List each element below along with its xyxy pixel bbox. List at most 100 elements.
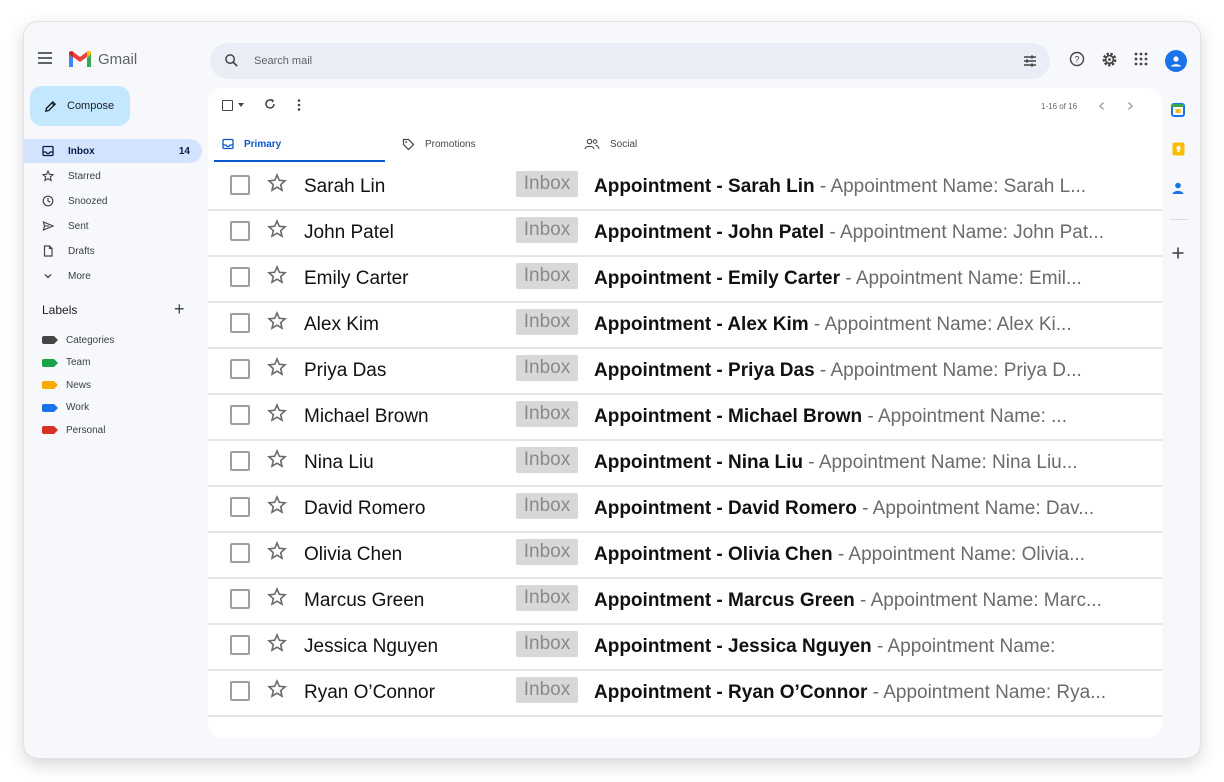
label-item-personal[interactable]: Personal bbox=[42, 419, 114, 442]
email-snippet: - Appointment Name: Sarah L... bbox=[814, 176, 1087, 197]
help-icon[interactable]: ? bbox=[1068, 50, 1086, 68]
star-icon[interactable] bbox=[267, 357, 287, 377]
search-options-icon[interactable] bbox=[1022, 53, 1038, 69]
email-checkbox[interactable] bbox=[230, 497, 250, 517]
email-checkbox[interactable] bbox=[230, 221, 250, 241]
email-row[interactable]: Jessica Nguyen Inbox Appointment - Jessi… bbox=[208, 625, 1162, 671]
email-checkbox[interactable] bbox=[230, 635, 250, 655]
main-menu-button[interactable] bbox=[38, 50, 56, 66]
star-icon[interactable] bbox=[267, 311, 287, 331]
tab-primary[interactable]: Primary bbox=[222, 126, 281, 162]
email-row[interactable]: David Romero Inbox Appointment - David R… bbox=[208, 487, 1162, 533]
email-subject-line: Appointment - Alex Kim - Appointment Nam… bbox=[594, 314, 1154, 336]
star-icon[interactable] bbox=[267, 173, 287, 193]
email-checkbox[interactable] bbox=[230, 313, 250, 333]
gmail-logo[interactable]: Gmail bbox=[68, 50, 137, 68]
email-checkbox[interactable] bbox=[230, 267, 250, 287]
sidebar-item-starred[interactable]: Starred bbox=[24, 164, 202, 188]
email-checkbox[interactable] bbox=[230, 681, 250, 701]
tab-promotions[interactable]: Promotions bbox=[402, 126, 476, 162]
email-subject: Appointment - Sarah Lin bbox=[594, 176, 815, 197]
compose-button[interactable]: Compose bbox=[30, 86, 130, 126]
star-icon[interactable] bbox=[267, 265, 287, 285]
star-icon bbox=[42, 170, 54, 182]
sidebar-item-drafts[interactable]: Drafts bbox=[24, 239, 202, 263]
label-item-categories[interactable]: Categories bbox=[42, 329, 114, 352]
sidebar-item-sent[interactable]: Sent bbox=[24, 214, 202, 238]
star-icon[interactable] bbox=[267, 403, 287, 423]
email-sender: Sarah Lin bbox=[304, 176, 386, 197]
email-row[interactable]: Sarah Lin Inbox Appointment - Sarah Lin … bbox=[208, 165, 1162, 211]
add-addon-button[interactable] bbox=[1166, 241, 1190, 265]
tab-label: Promotions bbox=[425, 138, 476, 150]
top-actions: ? bbox=[1068, 50, 1150, 68]
email-row[interactable]: Alex Kim Inbox Appointment - Alex Kim - … bbox=[208, 303, 1162, 349]
star-icon[interactable] bbox=[267, 587, 287, 607]
email-checkbox[interactable] bbox=[230, 451, 250, 471]
email-subject: Appointment - Priya Das bbox=[594, 360, 815, 381]
email-row[interactable]: Priya Das Inbox Appointment - Priya Das … bbox=[208, 349, 1162, 395]
sidebar-item-snoozed[interactable]: Snoozed bbox=[24, 189, 202, 213]
email-checkbox[interactable] bbox=[230, 543, 250, 563]
email-subject-line: Appointment - Olivia Chen - Appointment … bbox=[594, 544, 1154, 566]
email-snippet: - Appointment Name: Priya D... bbox=[814, 360, 1082, 381]
search-bar[interactable] bbox=[210, 43, 1050, 79]
gear-icon[interactable] bbox=[1100, 50, 1118, 68]
email-snippet: - Appointment Name: ... bbox=[862, 406, 1067, 427]
email-row[interactable]: Michael Brown Inbox Appointment - Michae… bbox=[208, 395, 1162, 441]
email-sender: David Romero bbox=[304, 498, 426, 519]
star-icon[interactable] bbox=[267, 219, 287, 239]
star-icon[interactable] bbox=[267, 633, 287, 653]
email-row[interactable]: Nina Liu Inbox Appointment - Nina Liu - … bbox=[208, 441, 1162, 487]
star-icon[interactable] bbox=[267, 679, 287, 699]
sidebar-item-more[interactable]: More bbox=[24, 264, 202, 288]
label-name: Categories bbox=[66, 334, 115, 346]
label-item-team[interactable]: Team bbox=[42, 352, 114, 375]
email-subject: Appointment - Jessica Nguyen bbox=[594, 636, 872, 657]
more-vert-icon[interactable] bbox=[296, 98, 302, 112]
compose-label: Compose bbox=[67, 100, 115, 112]
star-icon[interactable] bbox=[267, 495, 287, 515]
email-checkbox[interactable] bbox=[230, 405, 250, 425]
select-dropdown-icon[interactable] bbox=[238, 103, 244, 107]
select-all-checkbox[interactable] bbox=[222, 100, 233, 111]
email-sender: Priya Das bbox=[304, 360, 387, 381]
email-checkbox[interactable] bbox=[230, 359, 250, 379]
search-icon[interactable] bbox=[224, 53, 239, 68]
email-row[interactable]: Olivia Chen Inbox Appointment - Olivia C… bbox=[208, 533, 1162, 579]
email-checkbox[interactable] bbox=[230, 175, 250, 195]
star-icon[interactable] bbox=[267, 541, 287, 561]
email-snippet: - Appointment Name: Olivia... bbox=[832, 544, 1085, 565]
keep-app-icon[interactable] bbox=[1166, 137, 1190, 161]
calendar-app-icon[interactable] bbox=[1166, 98, 1190, 122]
email-snippet: - Appointment Name: Marc... bbox=[854, 590, 1102, 611]
star-icon[interactable] bbox=[267, 449, 287, 469]
apps-grid-icon[interactable] bbox=[1132, 50, 1150, 68]
label-tag-icon bbox=[42, 336, 58, 345]
pager-range: 1-16 of 16 bbox=[1041, 102, 1078, 111]
email-row[interactable]: Marcus Green Inbox Appointment - Marcus … bbox=[208, 579, 1162, 625]
gmail-m-icon bbox=[69, 51, 91, 67]
sidebar-nav: Inbox 14 Starred Snoozed Sent Drafts Mor… bbox=[24, 139, 202, 289]
email-snippet: - Appointment Name: Alex Ki... bbox=[808, 314, 1072, 335]
svg-text:?: ? bbox=[1074, 55, 1079, 65]
account-avatar[interactable] bbox=[1165, 50, 1187, 72]
email-row[interactable]: John Patel Inbox Appointment - John Pate… bbox=[208, 211, 1162, 257]
chevron-right-icon[interactable] bbox=[1124, 100, 1136, 112]
label-item-work[interactable]: Work bbox=[42, 397, 114, 420]
email-row[interactable]: Emily Carter Inbox Appointment - Emily C… bbox=[208, 257, 1162, 303]
email-subject: Appointment - David Romero bbox=[594, 498, 857, 519]
email-checkbox[interactable] bbox=[230, 589, 250, 609]
refresh-icon[interactable] bbox=[263, 97, 277, 111]
contacts-app-icon[interactable] bbox=[1166, 176, 1190, 200]
sidebar-item-label: More bbox=[68, 270, 91, 282]
labels-list: Categories Team News Work Personal bbox=[42, 329, 114, 442]
email-subject: Appointment - Nina Liu bbox=[594, 452, 803, 473]
email-row[interactable]: Ryan O’Connor Inbox Appointment - Ryan O… bbox=[208, 671, 1162, 717]
search-input[interactable] bbox=[254, 51, 974, 71]
tab-social[interactable]: Social bbox=[584, 126, 637, 162]
label-item-news[interactable]: News bbox=[42, 374, 114, 397]
add-label-button[interactable]: + bbox=[174, 300, 185, 318]
sidebar-item-inbox[interactable]: Inbox 14 bbox=[24, 139, 202, 163]
chevron-left-icon[interactable] bbox=[1096, 100, 1108, 112]
